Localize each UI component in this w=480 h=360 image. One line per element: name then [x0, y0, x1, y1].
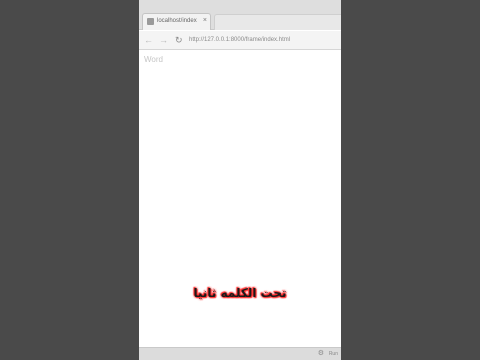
back-arrow-icon[interactable]: ←: [144, 34, 153, 46]
new-tab-area[interactable]: [214, 14, 341, 30]
navigation-toolbar: ← → ↻ http://127.0.0.1:8000/frame/index.…: [139, 31, 341, 50]
tab-title: localhost/index: [157, 18, 197, 24]
tab-close-icon[interactable]: ×: [203, 16, 207, 25]
gear-icon[interactable]: ⚙: [318, 349, 324, 357]
page-content: Word: [139, 51, 341, 347]
page-favicon-icon: [147, 18, 154, 25]
status-bar: ⚙ Run: [139, 347, 341, 360]
reload-icon[interactable]: ↻: [175, 34, 183, 46]
browser-window: localhost/index × ← → ↻ http://127.0.0.1…: [139, 0, 341, 360]
status-text: Run: [328, 351, 338, 357]
tab-bar: localhost/index ×: [139, 0, 341, 30]
video-caption: تحت الكلمه ثانيا: [193, 286, 287, 300]
forward-arrow-icon[interactable]: →: [159, 34, 168, 46]
url-text: http://127.0.0.1:8000/frame/index.html: [189, 37, 291, 43]
page-text: Word: [144, 55, 163, 64]
address-bar[interactable]: http://127.0.0.1:8000/frame/index.html: [189, 34, 337, 47]
browser-tab[interactable]: localhost/index ×: [142, 13, 211, 30]
